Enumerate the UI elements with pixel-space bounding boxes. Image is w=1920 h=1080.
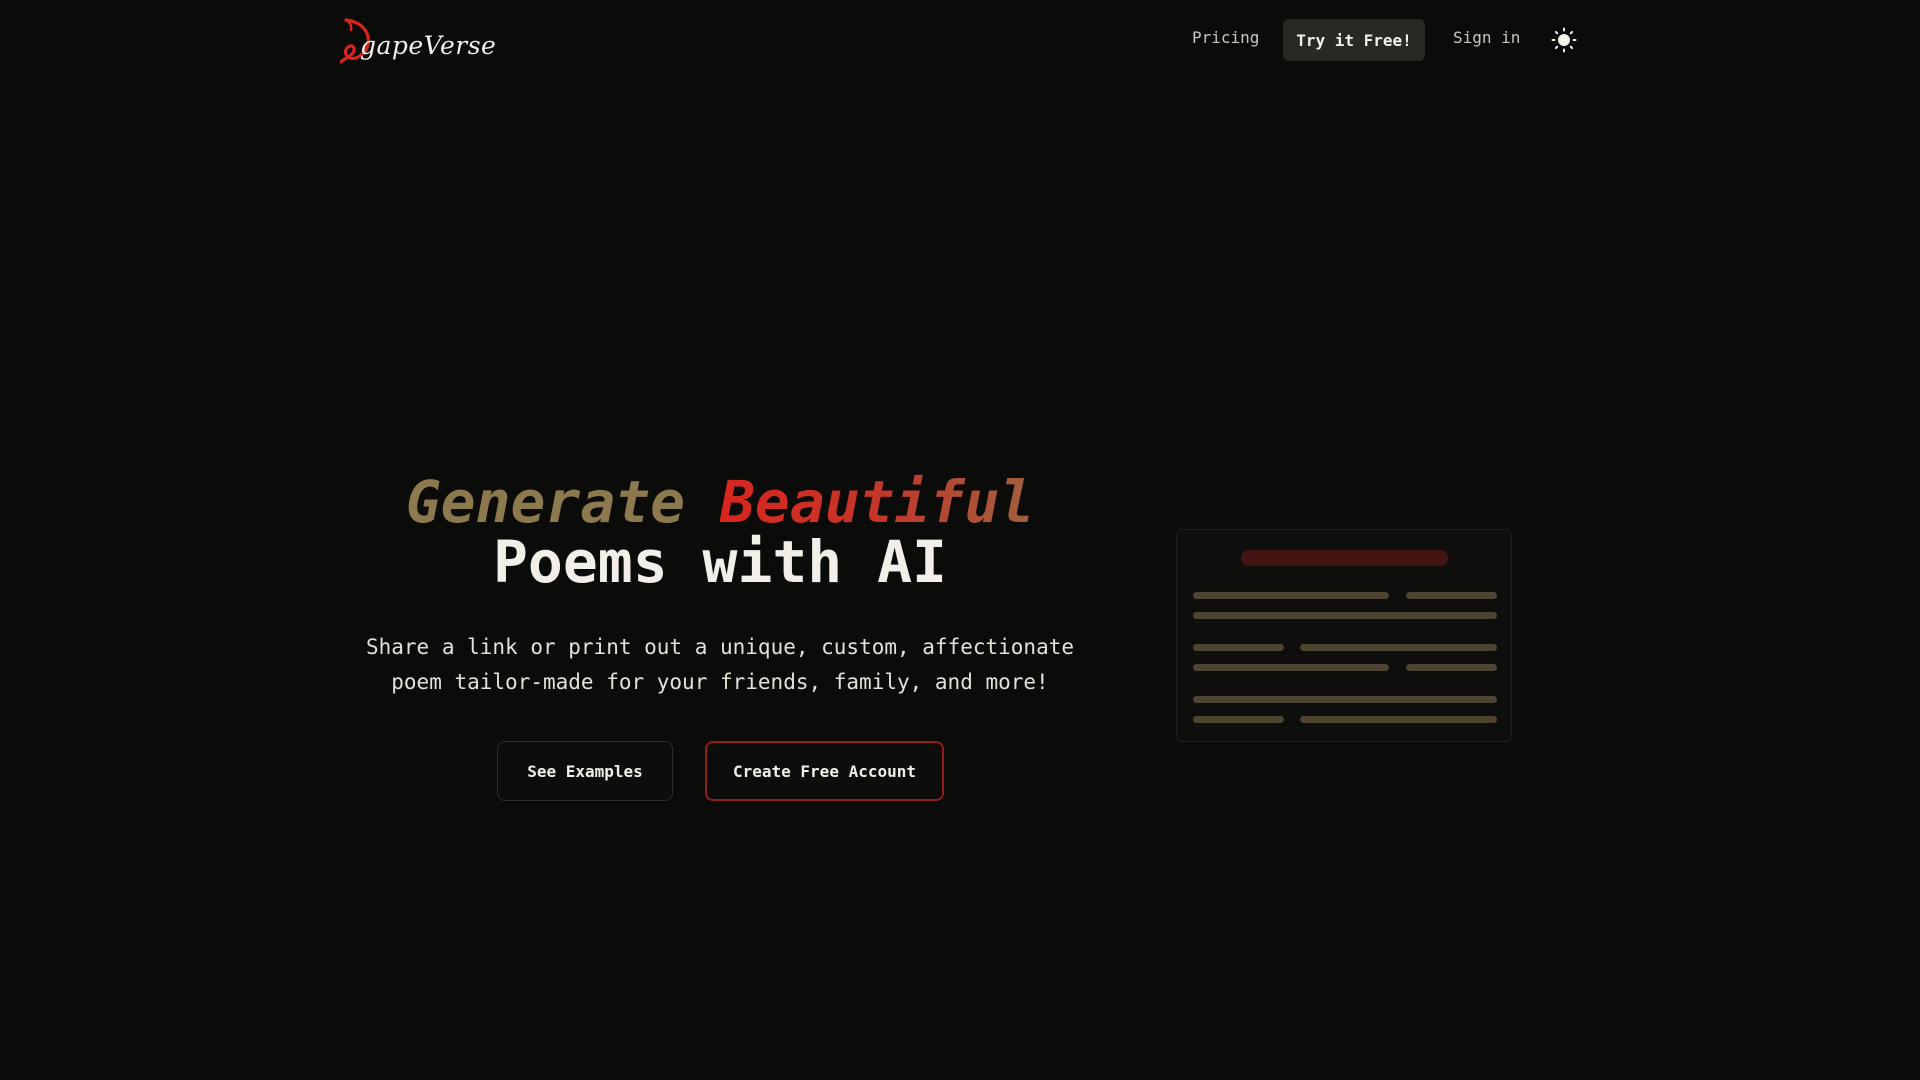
see-examples-button[interactable]: See Examples [497, 741, 673, 801]
hero-subtitle: Share a link or print out a unique, cust… [360, 630, 1080, 700]
poem-title-placeholder [1241, 550, 1448, 566]
hero-subtitle-line1: Share a link or print out a unique, cust… [365, 635, 1074, 659]
create-account-button[interactable]: Create Free Account [705, 741, 944, 801]
hero-title-line1: Generate Beautiful [340, 472, 1100, 532]
hero-word-beautiful: Beautiful [720, 468, 1035, 536]
poem-line-placeholder [1193, 696, 1497, 703]
top-navigation: gapeVerse Pricing Try it Free! Sign in [0, 0, 1920, 80]
nav-pricing-link[interactable]: Pricing [1192, 28, 1259, 47]
nav-signin-link[interactable]: Sign in [1453, 28, 1520, 47]
poem-line-placeholder [1193, 592, 1389, 599]
poem-line-placeholder [1300, 644, 1497, 651]
poem-line-placeholder [1406, 664, 1497, 671]
poem-line-placeholder [1300, 716, 1497, 723]
hero-word-generate: Generate [405, 468, 686, 536]
poem-line-placeholder [1193, 716, 1284, 723]
logo[interactable]: gapeVerse [340, 18, 496, 64]
hero-title-line2: Poems with AI [493, 528, 947, 596]
sun-icon [1551, 27, 1577, 53]
poem-line-placeholder [1406, 592, 1497, 599]
hero-subtitle-line2: poem tailor-made for your friends, famil… [391, 670, 1049, 694]
poem-preview-card [1176, 529, 1512, 742]
theme-toggle-button[interactable] [1550, 26, 1578, 54]
poem-line-placeholder [1193, 664, 1389, 671]
poem-line-placeholder [1193, 612, 1497, 619]
try-free-button[interactable]: Try it Free! [1283, 19, 1425, 61]
logo-text: gapeVerse [360, 31, 497, 60]
poem-line-placeholder [1193, 644, 1284, 651]
hero-title: Generate Beautiful Poems with AI [340, 472, 1100, 592]
